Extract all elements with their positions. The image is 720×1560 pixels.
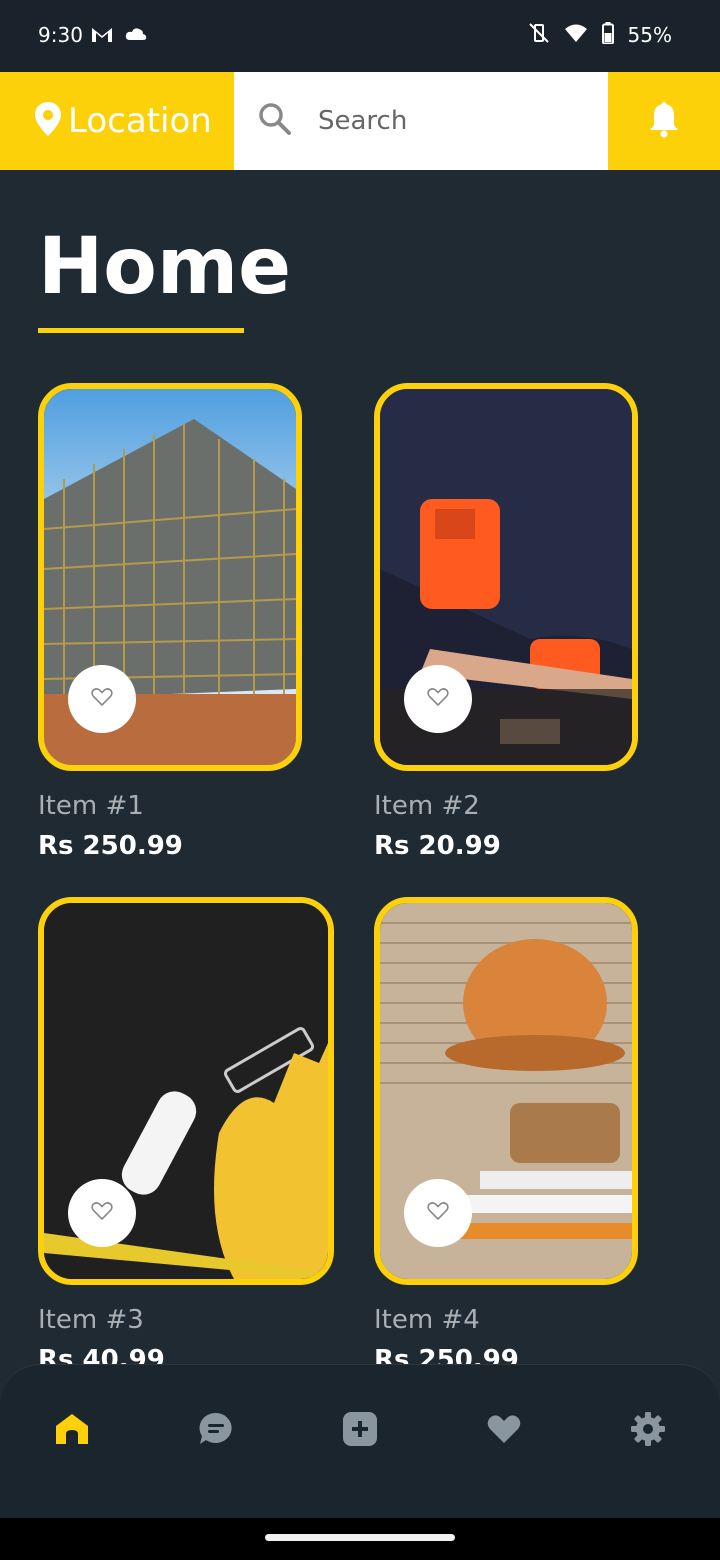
search-input[interactable] <box>318 106 568 136</box>
favorite-button[interactable] <box>404 1179 472 1247</box>
item-name: Item #1 <box>38 791 144 821</box>
cloud-icon <box>124 24 148 50</box>
item-name: Item #3 <box>38 1305 144 1335</box>
item-price: Rs 250.99 <box>38 831 183 861</box>
home-indicator[interactable] <box>265 1534 455 1541</box>
settings-icon <box>630 1411 666 1451</box>
search-box[interactable] <box>234 72 608 170</box>
nav-add[interactable] <box>340 1411 380 1451</box>
heart-outline-icon <box>427 1201 449 1225</box>
gmail-icon <box>90 24 114 50</box>
heart-outline-icon <box>91 687 113 711</box>
item-name: Item #4 <box>374 1305 480 1335</box>
heart-outline-icon <box>91 1201 113 1225</box>
battery-icon <box>601 22 614 48</box>
nav-favorites[interactable] <box>484 1411 524 1451</box>
wifi-icon <box>564 22 588 48</box>
product-image[interactable] <box>374 383 638 771</box>
product-image[interactable] <box>374 897 638 1285</box>
nav-chat[interactable] <box>196 1411 236 1451</box>
search-icon <box>258 102 292 140</box>
favorite-button[interactable] <box>68 1179 136 1247</box>
product-card-2[interactable]: Item #2 Rs 20.99 <box>374 383 674 861</box>
product-card-4[interactable]: Item #4 Rs 250.99 <box>374 897 674 1375</box>
product-image[interactable] <box>38 383 302 771</box>
location-button[interactable]: Location <box>0 72 234 170</box>
home-icon <box>54 1412 90 1450</box>
favorite-button[interactable] <box>404 665 472 733</box>
product-card-3[interactable]: Item #3 Rs 40.99 <box>38 897 338 1375</box>
location-pin-icon <box>34 101 62 141</box>
favorite-button[interactable] <box>68 665 136 733</box>
notification-button[interactable] <box>608 72 720 170</box>
product-card-1[interactable]: Item #1 Rs 250.99 <box>38 383 338 861</box>
title-underline <box>38 328 244 333</box>
heart-outline-icon <box>427 687 449 711</box>
gesture-bar <box>0 1518 720 1560</box>
mute-vibrate-icon <box>528 22 550 48</box>
page-title: Home <box>38 222 292 312</box>
nav-settings[interactable] <box>628 1411 668 1451</box>
nav-home[interactable] <box>52 1411 92 1451</box>
battery-percent: 55% <box>627 23 672 47</box>
status-time: 9:30 <box>38 23 83 47</box>
status-bar: 9:30 55% <box>0 0 720 72</box>
chat-icon <box>198 1411 234 1451</box>
location-label: Location <box>68 101 212 141</box>
add-icon <box>342 1411 378 1451</box>
top-bar: Location <box>0 72 720 170</box>
bottom-navigation <box>0 1364 720 1518</box>
heart-icon <box>486 1413 522 1449</box>
item-name: Item #2 <box>374 791 480 821</box>
product-image[interactable] <box>38 897 334 1285</box>
item-price: Rs 20.99 <box>374 831 501 861</box>
bell-icon <box>648 100 680 142</box>
